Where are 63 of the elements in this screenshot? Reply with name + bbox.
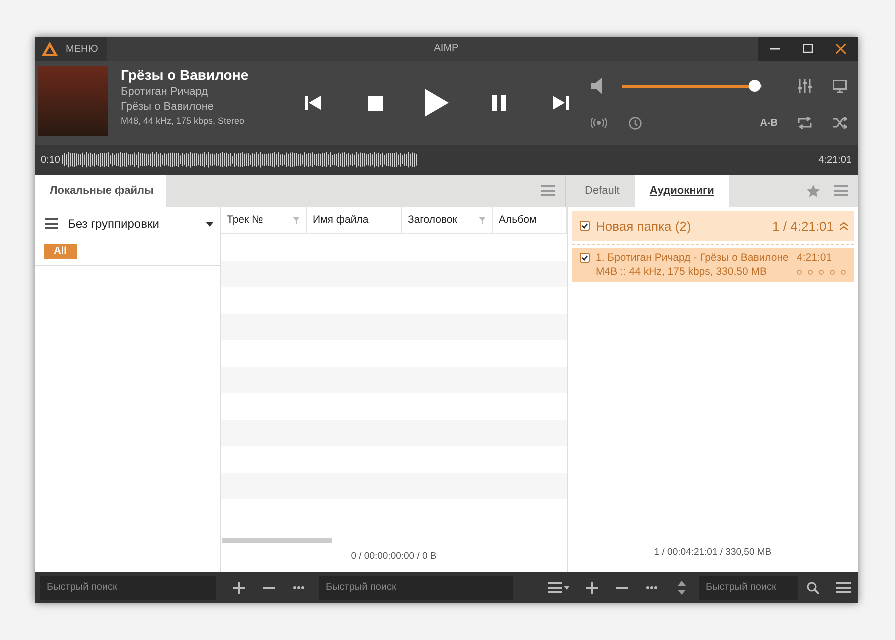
monitor-icon[interactable]	[833, 80, 847, 92]
close-icon	[836, 44, 846, 54]
plus-icon[interactable]	[233, 582, 245, 594]
rating-stars[interactable]	[797, 270, 846, 274]
search-field[interactable]: Быстрый поиск	[40, 576, 216, 600]
group-title: Новая папка (2)	[596, 218, 692, 234]
grouping-dropdown[interactable]: Без группировки	[68, 217, 196, 231]
group-summary: 1 / 4:21:01	[772, 218, 834, 234]
search-field[interactable]: Быстрый поиск	[699, 576, 798, 600]
broadcast-icon[interactable]	[591, 118, 607, 128]
column-header[interactable]: Трек №	[221, 207, 307, 233]
play-icon	[425, 89, 449, 117]
scrollbar-thumb[interactable]	[222, 538, 332, 543]
search-icon	[807, 582, 819, 594]
caret-icon[interactable]	[206, 222, 214, 226]
more-icon[interactable]	[646, 586, 658, 590]
ab-repeat-button[interactable]: A-B	[760, 118, 778, 128]
pause-icon	[492, 95, 506, 111]
total-time: 4:21:01	[818, 154, 852, 166]
equalizer-icon[interactable]	[798, 79, 812, 93]
logo-icon	[42, 42, 58, 56]
up-down-icon	[678, 580, 686, 594]
track-name: 1. Бротиган Ричард - Грёзы о Вавилоне	[596, 252, 790, 264]
track-artist: Бротиган Ричард	[121, 86, 210, 98]
filter-icon	[479, 216, 486, 224]
star-icon[interactable]	[807, 184, 820, 198]
maximize-icon	[802, 44, 813, 54]
stop-icon	[368, 96, 382, 110]
menu-caret-icon	[548, 582, 570, 594]
collapse-icon[interactable]	[840, 222, 848, 230]
library-summary: 0 / 00:00:00:00 / 0 B	[350, 550, 438, 564]
column-header[interactable]: Заголовок	[402, 207, 493, 233]
library-tab[interactable]: Локальные файлы	[35, 175, 166, 207]
minimize-icon	[770, 48, 780, 50]
playlist-tab[interactable]: Default	[570, 175, 635, 207]
previous-icon	[305, 96, 321, 110]
menu-button[interactable]: МЕНЮ	[35, 37, 107, 61]
track-title: Грёзы о Вавилоне	[121, 67, 250, 83]
next-icon	[553, 96, 569, 110]
track-info: M48, 44 kHz, 175 kbps, Stereo	[121, 116, 246, 126]
playlist-tab[interactable]: Аудиокниги	[634, 175, 730, 207]
clock-icon[interactable]	[628, 116, 642, 130]
volume-thumb[interactable]	[749, 80, 761, 92]
track-duration: 4:21:01	[797, 252, 834, 264]
volume-slider[interactable]	[622, 80, 762, 92]
search-field[interactable]: Быстрый поиск	[319, 576, 513, 600]
track-details: M4B :: 44 kHz, 175 kbps, 330,50 MB	[596, 266, 768, 278]
column-header[interactable]: Имя файла	[307, 207, 402, 233]
track-album: Грёзы о Вавилоне	[121, 101, 216, 113]
filter-icon	[293, 216, 300, 224]
shuffle-icon[interactable]	[833, 117, 847, 129]
menu-icon[interactable]	[45, 218, 58, 230]
more-icon[interactable]	[293, 586, 305, 590]
window-title: AIMP	[433, 42, 460, 56]
checkbox[interactable]	[580, 253, 590, 263]
playlist-summary: 1 / 00:04:21:01 / 330,50 MB	[653, 546, 773, 560]
repeat-icon[interactable]	[798, 117, 812, 129]
column-header[interactable]: Альбом	[493, 207, 567, 233]
plus-icon[interactable]	[586, 582, 598, 594]
album-cover-placeholder	[38, 66, 108, 136]
checkbox[interactable]	[580, 221, 590, 231]
elapsed-time: 0:10	[41, 154, 60, 166]
menu-icon[interactable]	[836, 582, 850, 594]
